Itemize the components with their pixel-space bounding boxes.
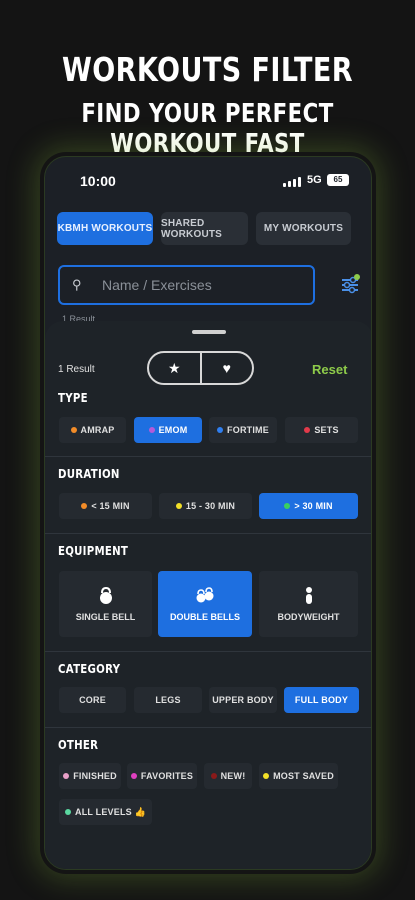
type-dot <box>304 427 311 433</box>
other-dot <box>210 773 217 779</box>
workout-tabs: KBMH WORKOUTS SHARED WORKOUTS MY WORKOUT… <box>57 212 351 245</box>
chip-label: > 30 MIN <box>294 501 333 511</box>
other-chip-all-levels[interactable]: ALL LEVELS 👍 <box>59 799 152 825</box>
type-chip-fortime[interactable]: FORTIME <box>209 417 277 443</box>
tab-shared-workouts[interactable]: SHARED WORKOUTS <box>161 212 248 245</box>
type-dot <box>217 427 224 433</box>
type-dot <box>70 427 77 433</box>
chip-label: FORTIME <box>227 425 269 435</box>
chip-label: 15 - 30 MIN <box>185 501 236 511</box>
filter-sheet: 1 Result ★ ♥ Reset TYPE AMRAP EMOM FORTI… <box>45 321 371 869</box>
category-title: CATEGORY <box>58 662 121 676</box>
promo-title: WORKOUTS FILTER <box>61 50 354 89</box>
category-chip-full-body[interactable]: FULL BODY <box>284 687 359 713</box>
equipment-title: EQUIPMENT <box>58 544 129 558</box>
chip-label: MOST SAVED <box>273 771 334 781</box>
chip-label: < 15 MIN <box>91 501 130 511</box>
other-chip-most-saved[interactable]: MOST SAVED <box>259 763 338 789</box>
chip-label: SETS <box>314 425 339 435</box>
duration-chip-15-30[interactable]: 15 - 30 MIN <box>159 493 252 519</box>
divider <box>45 727 371 728</box>
duration-title: DURATION <box>58 467 120 481</box>
status-bar: 10:00 5G 65 <box>45 171 371 191</box>
chip-label: AMRAP <box>80 425 115 435</box>
filter-settings-icon[interactable] <box>339 273 361 295</box>
duration-chip-under-15[interactable]: < 15 MIN <box>59 493 152 519</box>
divider <box>45 456 371 457</box>
other-dot <box>63 773 70 779</box>
search-icon: ⚲ <box>72 277 82 292</box>
tab-kbmh-workouts[interactable]: KBMH WORKOUTS <box>57 212 153 245</box>
network-label: 5G <box>307 174 322 186</box>
equipment-double-bells[interactable]: DOUBLE BELLS <box>158 571 252 637</box>
divider <box>45 533 371 534</box>
type-chip-amrap[interactable]: AMRAP <box>59 417 126 443</box>
equipment-label: SINGLE BELL <box>75 612 136 622</box>
other-title: OTHER <box>58 738 99 752</box>
tab-my-workouts[interactable]: MY WORKOUTS <box>256 212 351 245</box>
category-chip-upper-body[interactable]: UPPER BODY <box>209 687 277 713</box>
equipment-bodyweight[interactable]: BODYWEIGHT <box>259 571 358 637</box>
favorites-toggle: ★ ♥ <box>147 351 254 385</box>
category-chip-core[interactable]: CORE <box>59 687 126 713</box>
chip-label: ALL LEVELS 👍 <box>75 806 146 817</box>
other-chip-finished[interactable]: FINISHED <box>59 763 121 789</box>
double-kettlebell-icon <box>196 587 214 603</box>
signal-icon <box>283 177 301 187</box>
divider <box>45 651 371 652</box>
person-icon <box>305 587 312 604</box>
battery-icon: 65 <box>327 174 349 186</box>
other-dot <box>130 773 137 779</box>
duration-dot <box>284 503 291 509</box>
chip-label: FINISHED <box>73 771 117 781</box>
other-chip-new[interactable]: NEW! <box>204 763 252 789</box>
equipment-label: BODYWEIGHT <box>277 612 340 622</box>
status-time: 10:00 <box>80 173 116 189</box>
chip-label: FAVORITES <box>140 771 194 781</box>
equipment-single-bell[interactable]: SINGLE BELL <box>59 571 152 637</box>
other-dot <box>263 773 270 779</box>
search-input[interactable] <box>102 277 292 293</box>
other-chip-favorites[interactable]: FAVORITES <box>127 763 197 789</box>
duration-dot <box>81 503 88 509</box>
duration-dot <box>175 503 182 509</box>
type-chip-emom[interactable]: EMOM <box>134 417 202 443</box>
promo-subtitle: FIND YOUR PERFECT WORKOUT FAST <box>81 99 334 159</box>
chip-label: EMOM <box>158 425 188 435</box>
chip-label: NEW! <box>220 771 246 781</box>
other-dot <box>65 809 72 815</box>
search-bar[interactable]: ⚲ <box>58 265 315 305</box>
equipment-label: DOUBLE BELLS <box>169 612 240 622</box>
sheet-drag-handle[interactable] <box>192 330 226 334</box>
heart-icon[interactable]: ♥ <box>199 353 253 383</box>
duration-chip-over-30[interactable]: > 30 MIN <box>259 493 358 519</box>
category-chip-legs[interactable]: LEGS <box>134 687 202 713</box>
kettlebell-icon <box>99 586 112 604</box>
phone-screen: 10:00 5G 65 KBMH WORKOUTS SHARED WORKOUT… <box>44 156 372 870</box>
reset-button[interactable]: Reset <box>312 362 347 377</box>
type-dot <box>148 427 155 433</box>
result-count: 1 Result <box>58 364 95 375</box>
type-chip-sets[interactable]: SETS <box>285 417 358 443</box>
type-title: TYPE <box>58 391 88 405</box>
star-icon[interactable]: ★ <box>149 353 200 383</box>
